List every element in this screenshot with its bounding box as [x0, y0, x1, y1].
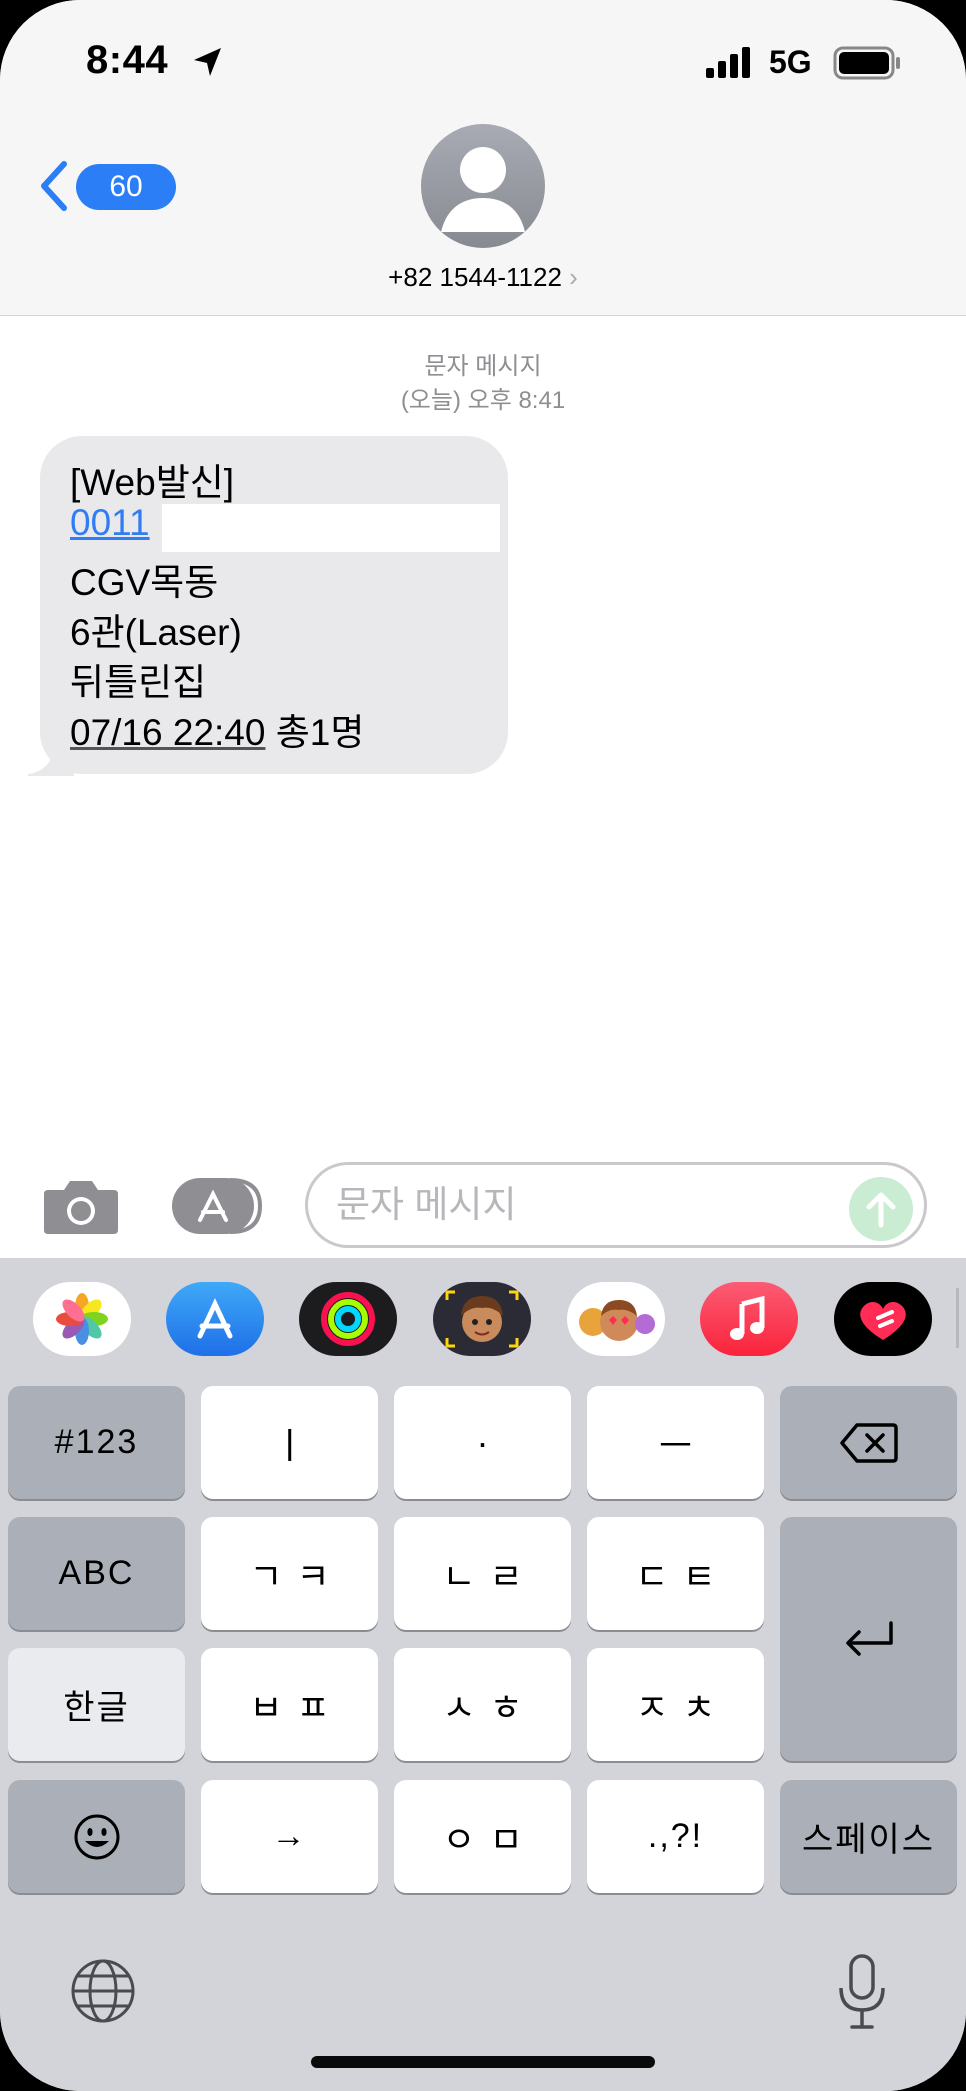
key-label: ㄱㅋ — [249, 1555, 344, 1597]
message-input-field[interactable] — [305, 1162, 927, 1248]
contact-name[interactable]: +82 1544-1122 › — [0, 262, 966, 293]
emoji-face-icon — [74, 1814, 119, 1859]
memoji-app-icon[interactable] — [433, 1282, 531, 1356]
chevron-left-icon — [41, 161, 67, 211]
message-input[interactable] — [334, 1177, 814, 1233]
battery-icon — [833, 46, 900, 80]
message-line: 뒤틀린집 — [70, 662, 207, 703]
key-label: ㄷㅌ — [635, 1555, 730, 1597]
key-label: ㄴㄹ — [442, 1555, 537, 1597]
digital-touch-app-icon[interactable] — [834, 1282, 932, 1356]
key-emoji[interactable] — [8, 1780, 185, 1893]
home-indicator[interactable] — [311, 2056, 655, 2068]
key-numbers[interactable]: #123 — [8, 1386, 185, 1499]
key-label: ㅇㅁ — [442, 1818, 537, 1860]
app-store-apps-button[interactable] — [170, 1176, 264, 1236]
music-app-icon[interactable] — [700, 1282, 798, 1356]
location-arrow-icon — [194, 48, 221, 76]
message-line: 6관(Laser) — [70, 612, 242, 653]
contact-number[interactable]: +82 1544-1122 — [388, 262, 562, 292]
message-text: 총1명 — [265, 712, 365, 753]
key-g-k[interactable]: ㄱㅋ — [201, 1517, 378, 1630]
app-store-icon[interactable] — [166, 1282, 264, 1356]
key-label: ㅈㅊ — [635, 1686, 730, 1728]
microphone-icon[interactable] — [832, 1952, 892, 2032]
key-label: ㅣ — [272, 1424, 321, 1466]
message-line: 07/16 22:40 총1명 — [70, 702, 364, 756]
camera-button[interactable] — [42, 1176, 120, 1236]
message-line: [Web발신] — [70, 462, 235, 503]
key-d-t[interactable]: ㄷㅌ — [587, 1517, 764, 1630]
animoji-app-icon[interactable] — [567, 1282, 665, 1356]
globe-icon[interactable] — [70, 1958, 136, 2024]
key-label: ㅅㅎ — [442, 1686, 537, 1728]
key-label: #123 — [54, 1423, 139, 1461]
message-number-link[interactable]: 0011 — [70, 502, 150, 544]
message-timestamp: (오늘) 오후 8:41 — [400, 387, 566, 414]
photos-app-icon[interactable] — [33, 1282, 131, 1356]
key-label: · — [476, 1421, 503, 1463]
keyboard: #123 ㅣ · ㅡ ABC ㄱㅋ ㄴㄹ ㄷㅌ 한글 ㅂㅍ ㅅㅎ ㅈㅊ → ㅇㅁ… — [0, 1258, 966, 2091]
status-time: 8:44 — [86, 38, 169, 82]
key-n-r[interactable]: ㄴㄹ — [394, 1517, 571, 1630]
key-abc[interactable]: ABC — [8, 1517, 185, 1630]
key-o-m[interactable]: ㅇㅁ — [394, 1780, 571, 1893]
key-label: ㅂㅍ — [249, 1686, 344, 1728]
key-label: ㅡ — [658, 1424, 707, 1466]
key-space[interactable]: 스페이스 — [780, 1780, 957, 1893]
key-s-h[interactable]: ㅅㅎ — [394, 1648, 571, 1761]
phone-screen: 8:44 5G 60 +82 1544-1122 › 문자 메시지 (오늘) 오… — [0, 0, 966, 2091]
network-type-label: 5G — [769, 44, 812, 80]
key-arrow-right[interactable]: → — [201, 1780, 378, 1893]
contact-avatar[interactable] — [421, 124, 545, 248]
activity-app-icon[interactable] — [299, 1282, 397, 1356]
back-button[interactable]: 60 — [36, 154, 176, 218]
person-icon — [441, 147, 525, 232]
message-bubble[interactable]: [Web발신] 0011 CGV목동 6관(Laser) 뒤틀린집 07/16 … — [40, 436, 508, 774]
arrow-up-icon — [866, 1192, 896, 1228]
key-b-p[interactable]: ㅂㅍ — [201, 1648, 378, 1761]
key-j-ch[interactable]: ㅈㅊ — [587, 1648, 764, 1761]
key-label: → — [271, 1817, 308, 1855]
key-label: 한글 — [63, 1689, 130, 1727]
key-punctuation[interactable]: .,?! — [587, 1780, 764, 1893]
key-delete[interactable] — [780, 1386, 957, 1499]
key-return[interactable] — [780, 1517, 957, 1761]
key-label: ABC — [58, 1554, 135, 1592]
key-vowel-eu[interactable]: ㅡ — [587, 1386, 764, 1499]
message-date-link[interactable]: 07/16 22:40 — [70, 712, 265, 753]
message-line: CGV목동 — [70, 562, 219, 603]
send-button[interactable] — [849, 1177, 913, 1241]
service-label: 문자 메시지 — [424, 353, 542, 380]
unread-count-badge: 60 — [76, 164, 176, 210]
key-label: 스페이스 — [801, 1821, 936, 1859]
chevron-right-icon: › — [569, 262, 578, 292]
return-icon — [845, 1621, 893, 1656]
cellular-signal-icon — [706, 47, 750, 78]
delete-backspace-icon — [839, 1422, 898, 1463]
conversation-header: 8:44 5G 60 +82 1544-1122 › — [0, 0, 966, 316]
redaction-box — [162, 504, 500, 552]
key-hangul[interactable]: 한글 — [8, 1648, 185, 1761]
key-label: .,?! — [647, 1817, 704, 1855]
tray-divider — [956, 1288, 959, 1348]
screen: 8:44 5G 60 +82 1544-1122 › 문자 메시지 (오늘) 오… — [0, 0, 966, 2091]
key-vowel-i[interactable]: ㅣ — [201, 1386, 378, 1499]
key-vowel-dot[interactable]: · — [394, 1386, 571, 1499]
